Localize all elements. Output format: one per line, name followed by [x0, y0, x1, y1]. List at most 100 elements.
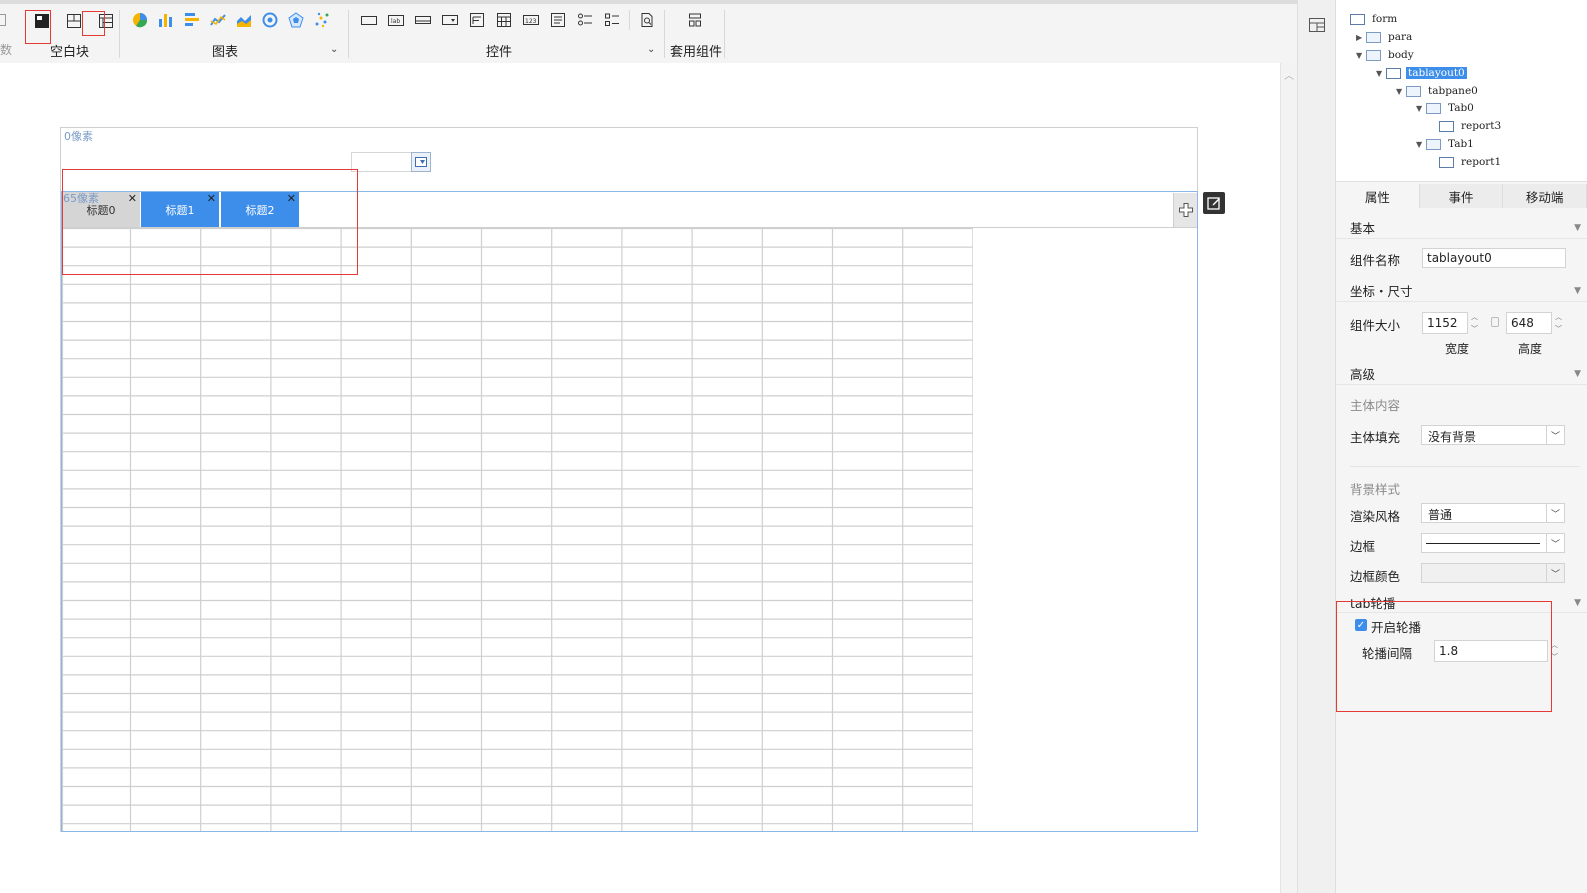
tree-node-report1[interactable]: report1: [1439, 154, 1503, 170]
collapse-basic-icon[interactable]: ▼: [1574, 223, 1581, 233]
height-stepper[interactable]: 648 ︿ ﹀: [1506, 312, 1562, 334]
collapse-geometry-icon[interactable]: ▼: [1574, 286, 1581, 296]
tree-node-para[interactable]: ▶ para: [1356, 29, 1414, 45]
report-grid[interactable]: [62, 228, 973, 831]
tab-title-1[interactable]: 标题1 ✕: [141, 192, 220, 227]
tab-events[interactable]: 事件: [1419, 184, 1504, 208]
height-down-icon[interactable]: ﹀: [1555, 324, 1562, 334]
body-fill-dropdown-icon[interactable]: ﹀: [1546, 426, 1564, 444]
tree-node-tablayout0[interactable]: ▼ tablayout0: [1376, 65, 1467, 81]
collapse-tab1-icon[interactable]: ▼: [1416, 140, 1426, 149]
interval-up-icon[interactable]: ︿: [1551, 640, 1558, 650]
scroll-up-icon[interactable]: ︿: [1284, 67, 1294, 82]
tab-mobile[interactable]: 移动端: [1503, 184, 1587, 208]
tab-layout-block-icon: [99, 14, 113, 28]
border-style-dropdown-icon[interactable]: ﹀: [1546, 534, 1564, 552]
component-tree: form ▶ para ▼ body ▼ tablayout0 ▼ tabpane0 ▼…: [1336, 0, 1587, 182]
textarea-widget-button[interactable]: [548, 10, 568, 30]
add-tab-button[interactable]: [1173, 193, 1197, 227]
radio-group-widget-button[interactable]: [575, 10, 595, 30]
para-icon: [1366, 31, 1381, 43]
interval-down-icon[interactable]: ﹀: [1551, 652, 1558, 662]
tree-node-tabpane0[interactable]: ▼ tabpane0: [1396, 83, 1480, 99]
line-chart-button[interactable]: [208, 10, 228, 30]
close-tab-1-icon[interactable]: ✕: [207, 193, 216, 204]
button-widget-button[interactable]: [359, 10, 379, 30]
widget-group-expand-icon[interactable]: ⌄: [647, 44, 655, 55]
tree-node-tab0[interactable]: ▼ Tab0: [1416, 100, 1476, 116]
tree-node-form[interactable]: form: [1340, 11, 1399, 27]
template-component-button[interactable]: [685, 10, 705, 30]
edit-widget-button[interactable]: [1203, 192, 1225, 214]
area-chart-button[interactable]: [234, 10, 254, 30]
section-basic[interactable]: 基本 ▼: [1336, 217, 1587, 239]
border-line-preview: [1426, 543, 1540, 544]
pie-chart-button[interactable]: [130, 10, 150, 30]
chart-group-expand-icon[interactable]: ⌄: [330, 44, 338, 55]
search-widget-button[interactable]: [637, 10, 657, 30]
close-tab-0-icon[interactable]: ✕: [128, 193, 137, 204]
render-style-select[interactable]: 普通 ﹀: [1421, 503, 1565, 523]
width-down-icon[interactable]: ﹀: [1471, 324, 1478, 334]
design-canvas[interactable]: 0像素 65像素 标题0 ✕ 标题1 ✕ 标题2 ✕: [0, 63, 1280, 893]
carousel-interval-stepper[interactable]: 1.8 ︿ ﹀: [1434, 640, 1558, 662]
tab-layout-widget[interactable]: 65像素 标题0 ✕ 标题1 ✕ 标题2 ✕: [61, 191, 1198, 832]
scatter-chart-button[interactable]: [312, 10, 332, 30]
section-tab-carousel[interactable]: tab轮播 ▼: [1336, 593, 1587, 613]
height-up-icon[interactable]: ︿: [1555, 312, 1562, 322]
horizontal-bar-chart-button[interactable]: [182, 10, 202, 30]
border-color-select[interactable]: ﹀: [1421, 563, 1565, 583]
form-body-frame[interactable]: 0像素 65像素 标题0 ✕ 标题1 ✕ 标题2 ✕: [60, 127, 1198, 832]
label-widget-button[interactable]: lab: [386, 10, 406, 30]
dropdown-widget-button[interactable]: [440, 10, 460, 30]
component-name-input[interactable]: tablayout0: [1422, 248, 1566, 268]
lock-ratio-icon[interactable]: [1491, 317, 1499, 327]
radar-chart-button[interactable]: [286, 10, 306, 30]
widget-manager-button[interactable]: [1308, 17, 1326, 36]
tree-node-body[interactable]: ▼ body: [1356, 47, 1416, 63]
section-geometry[interactable]: 坐标・尺寸 ▼: [1336, 280, 1587, 302]
collapse-tab0-icon[interactable]: ▼: [1416, 104, 1426, 113]
width-stepper[interactable]: 1152 ︿ ﹀: [1422, 312, 1478, 334]
width-up-icon[interactable]: ︿: [1471, 312, 1478, 322]
collapse-advanced-icon[interactable]: ▼: [1574, 369, 1581, 379]
text-input-widget-button[interactable]: [413, 10, 433, 30]
right-panel: form ▶ para ▼ body ▼ tablayout0 ▼ tabpane0 ▼…: [1336, 0, 1587, 893]
render-style-dropdown-icon[interactable]: ﹀: [1546, 504, 1564, 522]
tabpane-icon: [1406, 85, 1421, 97]
body-fill-select[interactable]: 没有背景 ﹀: [1421, 425, 1565, 445]
collapse-tablayout-icon[interactable]: ▼: [1376, 69, 1386, 78]
tab-properties[interactable]: 属性: [1336, 184, 1420, 208]
number-widget-button[interactable]: 123: [521, 10, 541, 30]
tree-node-tab1[interactable]: ▼ Tab1: [1416, 136, 1476, 152]
date-widget-button[interactable]: [494, 10, 514, 30]
collapse-carousel-icon[interactable]: ▼: [1574, 598, 1581, 608]
tree-node-report3[interactable]: report3: [1439, 118, 1503, 134]
combo-dropdown-icon[interactable]: [411, 152, 431, 172]
component-toolbar: 数 空白块 图表 ⌄ lab 123 控件 ⌄ 套用组件: [0, 0, 1297, 63]
collapse-body-icon[interactable]: ▼: [1356, 51, 1366, 60]
close-tab-2-icon[interactable]: ✕: [287, 193, 296, 204]
radar-chart-icon: [288, 12, 304, 28]
section-advanced[interactable]: 高级 ▼: [1336, 363, 1587, 385]
absolute-block-button[interactable]: [32, 11, 52, 31]
bar-chart-button[interactable]: [156, 10, 176, 30]
canvas-vertical-scrollbar[interactable]: ︿: [1280, 63, 1297, 893]
enable-carousel-checkbox[interactable]: ✓: [1355, 619, 1367, 631]
border-style-select[interactable]: ﹀: [1421, 533, 1565, 553]
width-caption: 宽度: [1445, 342, 1470, 356]
expand-para-icon[interactable]: ▶: [1356, 33, 1366, 42]
border-color-dropdown-icon[interactable]: ﹀: [1546, 564, 1564, 582]
gauge-chart-button[interactable]: [260, 10, 280, 30]
area-chart-icon: [237, 15, 251, 27]
collapse-tabpane-icon[interactable]: ▼: [1396, 87, 1406, 96]
parameter-combo-widget[interactable]: [351, 152, 431, 172]
tab-layout-block-button[interactable]: [96, 11, 116, 31]
tree-widget-button[interactable]: [467, 10, 487, 30]
tab-title-2[interactable]: 标题2 ✕: [221, 192, 300, 227]
report1-icon: [1439, 156, 1454, 168]
split-block-button[interactable]: [64, 11, 84, 31]
checkbox-group-widget-button[interactable]: [602, 10, 622, 30]
widget-group-label: 控件: [486, 45, 513, 60]
report3-icon: [1439, 120, 1454, 132]
